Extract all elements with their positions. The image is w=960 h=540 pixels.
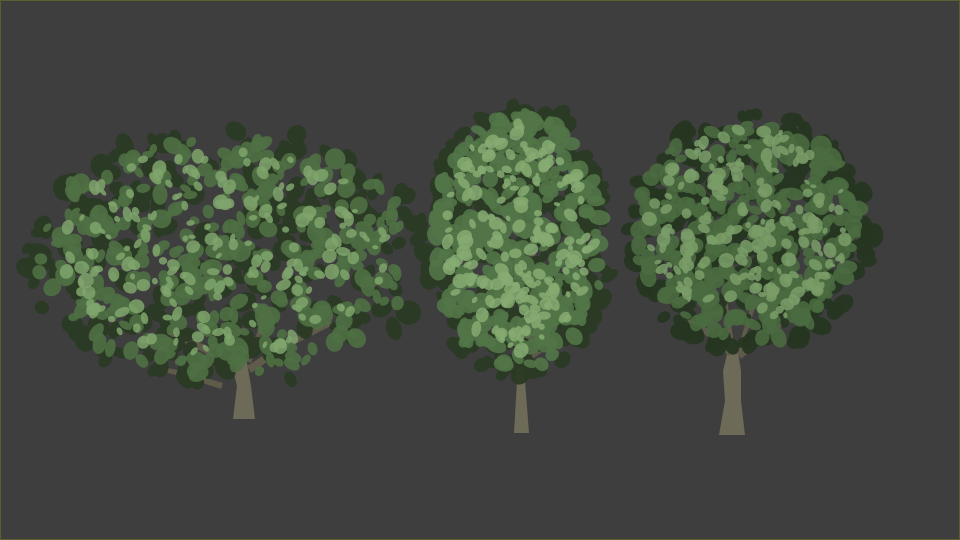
leaf-cluster xyxy=(577,195,585,205)
leaf-cluster xyxy=(320,204,332,213)
leaf-cluster xyxy=(228,238,239,251)
render-viewport xyxy=(0,0,960,540)
tree-scene xyxy=(1,1,959,539)
